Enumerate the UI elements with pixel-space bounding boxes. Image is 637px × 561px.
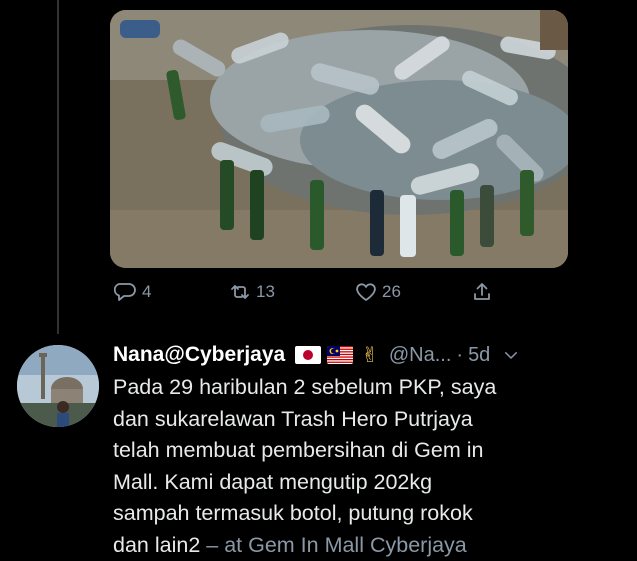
japan-flag-icon — [295, 346, 321, 364]
reply-text: Pada 29 haribulan 2 sebelum PKP, saya da… — [113, 372, 623, 561]
reply-icon — [114, 280, 138, 304]
victory-hand-icon: ✌ — [361, 343, 379, 368]
separator-dot: · — [456, 344, 463, 367]
reply-text-line: telah membuat pembersihan di Gem in — [113, 435, 623, 467]
bottle-pile-image — [110, 10, 568, 268]
heart-icon — [354, 280, 378, 304]
thread-connector-line — [57, 0, 59, 334]
reply-text-last-line: dan lain2 – at Gem In Mall Cyberjaya — [113, 530, 623, 561]
location-link[interactable]: – at Gem In Mall Cyberjaya — [206, 533, 467, 557]
display-name[interactable]: Nana@Cyberjaya — [113, 343, 285, 367]
reply-text-line: dan lain2 — [113, 533, 200, 557]
timestamp[interactable]: 5d — [468, 344, 490, 367]
retweet-icon — [228, 280, 252, 304]
like-count: 26 — [382, 282, 401, 302]
reply-text-line: Pada 29 haribulan 2 sebelum PKP, saya — [113, 372, 623, 404]
retweet-count: 13 — [256, 282, 275, 302]
reply-button[interactable]: 4 — [114, 280, 151, 304]
user-handle[interactable]: @Na... — [389, 344, 452, 367]
malaysia-flag-icon — [327, 346, 353, 364]
profile-emojis: ✌ — [295, 343, 379, 368]
reply-text-line: dan sukarelawan Trash Hero Putrjaya — [113, 404, 623, 436]
tweet-action-bar: 4 13 26 — [114, 280, 514, 312]
reply-header: Nana@Cyberjaya ✌ @Na... · 5d — [113, 340, 628, 370]
retweet-button[interactable]: 13 — [228, 280, 275, 304]
avatar[interactable] — [17, 345, 99, 427]
reply-count: 4 — [142, 282, 151, 302]
reply-text-line: Mall. Kami dapat mengutip 202kg — [113, 467, 623, 499]
tweet-media-photo[interactable] — [110, 10, 568, 268]
reply-text-line: sampah termasuk botol, putung rokok — [113, 498, 623, 530]
avatar-photo — [17, 345, 99, 427]
like-button[interactable]: 26 — [354, 280, 401, 304]
share-button[interactable] — [470, 280, 494, 304]
share-icon — [470, 280, 494, 304]
chevron-down-icon[interactable] — [502, 346, 520, 364]
